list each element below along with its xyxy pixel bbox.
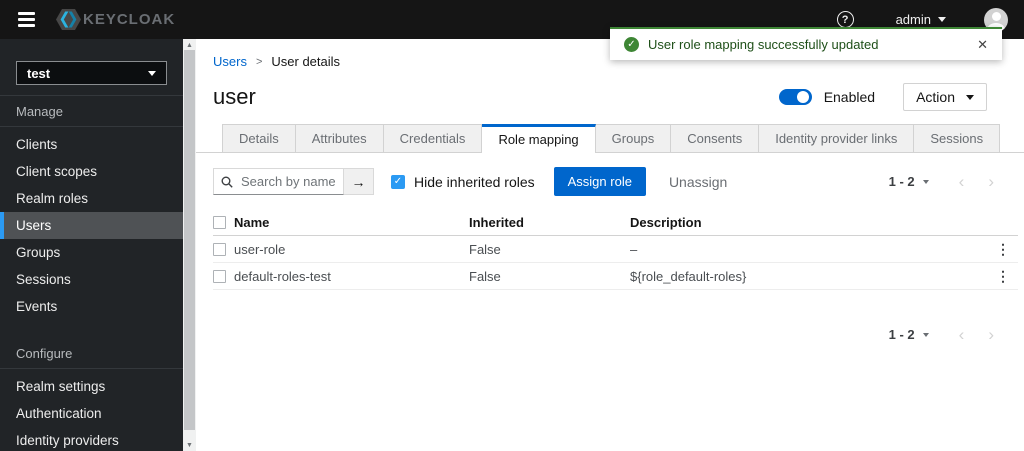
- page-header: user Enabled Action: [213, 83, 987, 111]
- sidebar-item-groups[interactable]: Groups: [0, 239, 183, 266]
- realm-selector-value: test: [27, 65, 51, 81]
- brand-text: KEYCLOAK: [83, 11, 176, 28]
- search-input[interactable]: [213, 168, 344, 195]
- search-submit-button[interactable]: →: [344, 168, 374, 195]
- assign-role-button[interactable]: Assign role: [553, 167, 646, 196]
- tab-identity-provider-links[interactable]: Identity provider links: [759, 124, 915, 152]
- keycloak-logo-icon: [55, 8, 82, 31]
- pagination-range-label: 1 - 2: [888, 174, 915, 189]
- pagination-range-dropdown[interactable]: 1 - 2: [889, 174, 929, 189]
- sidebar-item-sessions[interactable]: Sessions: [0, 266, 183, 293]
- user-menu-label: admin: [895, 12, 931, 27]
- chevron-down-icon: [922, 179, 929, 184]
- sidebar-item-authentication[interactable]: Authentication: [0, 400, 183, 427]
- sidebar-scrollbar[interactable]: ▲ ▼: [183, 39, 196, 451]
- pagination-bottom: 1 - 2 ‹ ›: [889, 326, 994, 343]
- sidebar-item-identity-providers[interactable]: Identity providers: [0, 427, 183, 451]
- success-toast: ✓ User role mapping successfully updated…: [610, 27, 1002, 60]
- toast-message: User role mapping successfully updated: [648, 37, 879, 52]
- nav-section-manage: Manage: [0, 96, 183, 127]
- pagination-range-label: 1 - 2: [888, 327, 915, 342]
- tab-attributes[interactable]: Attributes: [295, 124, 384, 152]
- tab-consents[interactable]: Consents: [671, 124, 760, 152]
- cell-name: user-role: [234, 241, 286, 257]
- action-dropdown-button[interactable]: Action: [903, 83, 987, 111]
- breadcrumb-separator: >: [255, 55, 263, 68]
- sidebar-item-events[interactable]: Events: [0, 293, 183, 320]
- chevron-down-icon: [148, 70, 156, 76]
- sidebar: test Manage Clients Client scopes Realm …: [0, 39, 183, 451]
- sidebar-item-users[interactable]: Users: [0, 212, 183, 239]
- column-header-name: Name: [234, 214, 270, 230]
- scrollbar-down-arrow-icon[interactable]: ▼: [183, 439, 196, 451]
- cell-description: ${role_default-roles}: [630, 268, 747, 284]
- user-menu-dropdown[interactable]: admin: [896, 12, 946, 27]
- scrollbar-thumb[interactable]: [184, 50, 195, 430]
- chevron-down-icon: [966, 94, 974, 100]
- row-kebab-menu-icon[interactable]: ⋮: [996, 268, 1010, 285]
- success-check-icon: ✓: [624, 37, 639, 52]
- main-content: Users > User details user Enabled Action…: [196, 39, 1024, 451]
- row-kebab-menu-icon[interactable]: ⋮: [996, 241, 1010, 258]
- breadcrumb-users-link[interactable]: Users: [213, 54, 247, 69]
- cell-inherited: False: [469, 241, 501, 257]
- action-dropdown-label: Action: [916, 89, 955, 105]
- chevron-down-icon: [938, 17, 946, 22]
- breadcrumb-current: User details: [271, 54, 341, 69]
- nav-section-configure: Configure: [0, 338, 183, 369]
- page-header-actions: Enabled Action: [778, 83, 987, 111]
- tab-credentials[interactable]: Credentials: [383, 124, 483, 152]
- cell-inherited: False: [469, 268, 501, 284]
- tab-sessions[interactable]: Sessions: [914, 124, 1001, 152]
- hamburger-menu-icon[interactable]: [18, 12, 35, 27]
- role-mapping-toolbar: → ✓ Hide inherited roles Assign role Una…: [213, 167, 994, 196]
- hide-inherited-checkbox[interactable]: ✓: [391, 174, 405, 189]
- sidebar-item-realm-settings[interactable]: Realm settings: [0, 373, 183, 400]
- page-title: user: [213, 84, 256, 109]
- role-mapping-table: Name Inherited Description user-role Fal…: [213, 209, 1018, 290]
- row-checkbox[interactable]: [213, 269, 226, 283]
- pagination-top: 1 - 2 ‹ ›: [889, 173, 994, 190]
- pagination-range-dropdown[interactable]: 1 - 2: [889, 327, 929, 342]
- tab-details[interactable]: Details: [222, 124, 296, 152]
- toggle-knob: [797, 91, 810, 103]
- table-row: default-roles-test False ${role_default-…: [213, 263, 1018, 290]
- tab-role-mapping[interactable]: Role mapping: [482, 124, 596, 153]
- table-header-row: Name Inherited Description: [213, 209, 1018, 236]
- sidebar-item-realm-roles[interactable]: Realm roles: [0, 185, 183, 212]
- keycloak-logo[interactable]: KEYCLOAK: [55, 8, 175, 31]
- toast-close-icon[interactable]: ✕: [977, 38, 988, 51]
- cell-description: –: [630, 241, 638, 257]
- chevron-down-icon: [922, 332, 929, 337]
- tab-bar: Details Attributes Credentials Role mapp…: [196, 124, 1024, 153]
- table-row: user-role False – ⋮: [213, 236, 1018, 263]
- realm-selector[interactable]: test: [16, 61, 167, 85]
- tab-groups[interactable]: Groups: [595, 124, 672, 152]
- pagination-prev-button[interactable]: ‹: [959, 326, 965, 343]
- column-header-inherited: Inherited: [469, 214, 524, 230]
- sidebar-item-client-scopes[interactable]: Client scopes: [0, 158, 183, 185]
- enabled-label: Enabled: [823, 89, 876, 105]
- search-field-wrap: [213, 168, 344, 195]
- column-header-description: Description: [630, 214, 702, 230]
- enabled-toggle[interactable]: [778, 89, 812, 105]
- pagination-prev-button[interactable]: ‹: [959, 173, 965, 190]
- realm-selector-block: test: [0, 39, 183, 96]
- pagination-next-button[interactable]: ›: [988, 326, 994, 343]
- keycloak-admin-console: KEYCLOAK ? admin ✓ User role mapping suc…: [0, 0, 1024, 451]
- unassign-button[interactable]: Unassign: [669, 174, 727, 190]
- hide-inherited-label[interactable]: Hide inherited roles: [414, 174, 535, 190]
- pagination-next-button[interactable]: ›: [988, 173, 994, 190]
- sidebar-item-clients[interactable]: Clients: [0, 131, 183, 158]
- pagination-bottom-row: 1 - 2 ‹ ›: [196, 326, 994, 343]
- row-checkbox[interactable]: [213, 242, 226, 256]
- help-icon[interactable]: ?: [836, 11, 854, 28]
- select-all-checkbox[interactable]: [213, 215, 226, 229]
- cell-name: default-roles-test: [234, 268, 331, 284]
